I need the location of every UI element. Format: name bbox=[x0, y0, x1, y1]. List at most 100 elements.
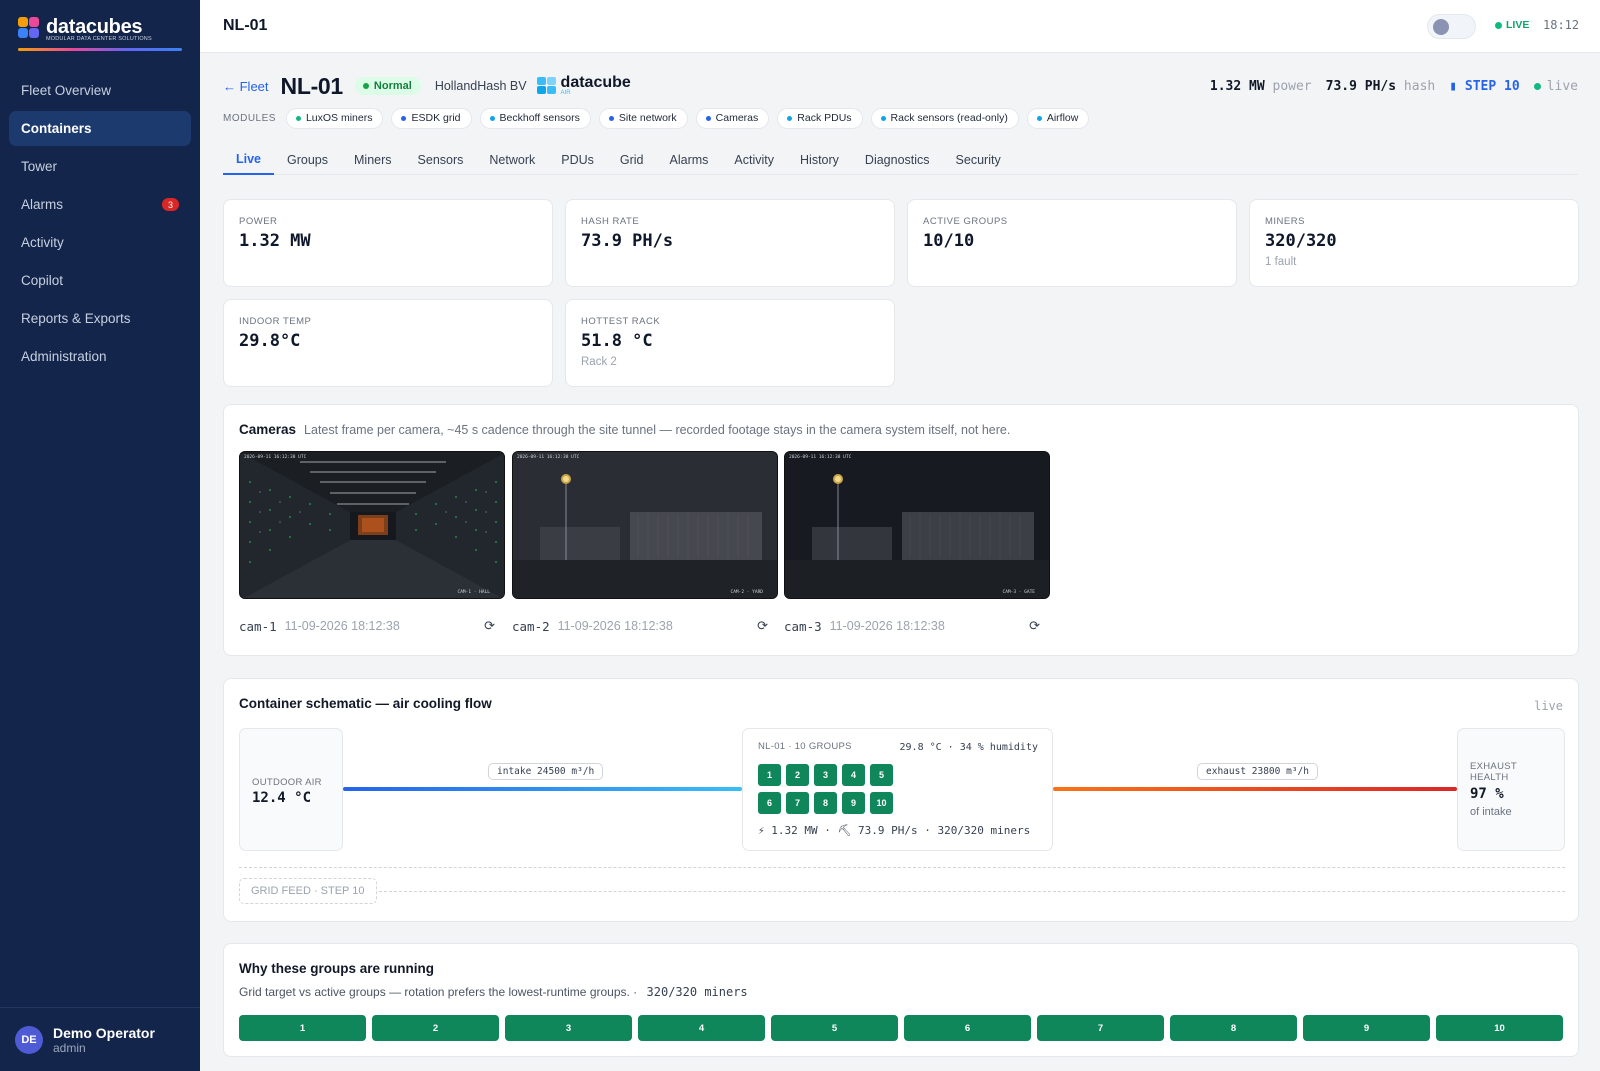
refresh-icon[interactable]: ⟳ bbox=[1029, 618, 1040, 634]
why-groups-panel: Why these groups are running Grid target… bbox=[223, 943, 1579, 1057]
stat-card-hottest-rack: HOTTEST RACK 51.8 °C Rack 2 bbox=[565, 299, 895, 387]
live-dot-icon bbox=[1495, 21, 1502, 29]
module-chip-luxos[interactable]: LuxOS miners bbox=[285, 107, 384, 129]
tab-alarms[interactable]: Alarms bbox=[657, 145, 722, 175]
camera-timestamp-overlay: 2026-09-11 16:12:38 UTC bbox=[517, 455, 580, 460]
module-chip-cameras[interactable]: Cameras bbox=[695, 107, 770, 129]
product-logo: datacube AIR bbox=[536, 75, 631, 96]
tab-diagnostics[interactable]: Diagnostics bbox=[852, 145, 943, 175]
group-bar-8[interactable]: 8 bbox=[1170, 1015, 1297, 1041]
group-cell-9[interactable]: 9 bbox=[842, 792, 865, 814]
module-dot-icon bbox=[489, 115, 495, 121]
refresh-icon[interactable]: ⟳ bbox=[757, 618, 768, 634]
status-label: Normal bbox=[373, 80, 412, 92]
intake-flow-line bbox=[343, 787, 742, 791]
tab-grid[interactable]: Grid bbox=[607, 145, 657, 175]
group-cell-7[interactable]: 7 bbox=[786, 792, 809, 814]
tab-miners[interactable]: Miners bbox=[341, 145, 405, 175]
sidebar-item-activity[interactable]: Activity bbox=[9, 225, 191, 260]
power-metric: 1.32 MW power bbox=[1210, 79, 1312, 94]
group-cell-6[interactable]: 6 bbox=[758, 792, 781, 814]
group-bar-7[interactable]: 7 bbox=[1037, 1015, 1164, 1041]
sidebar-item-tower[interactable]: Tower bbox=[9, 149, 191, 184]
module-chip-label: LuxOS miners bbox=[305, 112, 373, 124]
group-cell-4[interactable]: 4 bbox=[842, 764, 865, 786]
module-chip-rack-pdus[interactable]: Rack PDUs bbox=[777, 107, 863, 129]
sidebar-item-alarms[interactable]: Alarms 3 bbox=[9, 187, 191, 222]
power-metric-unit: power bbox=[1272, 78, 1312, 94]
container-summary: ⚡ 1.32 MW · ⛏ 73.9 PH/s · 320/320 miners bbox=[758, 824, 1031, 837]
sidebar-item-reports[interactable]: Reports & Exports bbox=[9, 301, 191, 336]
exhaust-health-value: 97 % bbox=[1470, 786, 1504, 802]
tab-network[interactable]: Network bbox=[476, 145, 548, 175]
tab-sensors[interactable]: Sensors bbox=[405, 145, 477, 175]
group-bar-2[interactable]: 2 bbox=[372, 1015, 499, 1041]
group-bar-1[interactable]: 1 bbox=[239, 1015, 366, 1041]
sidebar-item-fleet-overview[interactable]: Fleet Overview bbox=[9, 73, 191, 108]
exhaust-health-label: EXHAUST HEALTH bbox=[1470, 761, 1517, 783]
module-chip-rack-sensors[interactable]: Rack sensors (read-only) bbox=[870, 107, 1019, 129]
camera-frame-cam-2[interactable]: 2026-09-11 16:12:38 UTC CAM-2 · YARD bbox=[512, 451, 778, 599]
tab-pdus[interactable]: PDUs bbox=[548, 145, 607, 175]
cameras-panel: Cameras Latest frame per camera, ~45 s ca… bbox=[223, 404, 1579, 656]
group-bar-5[interactable]: 5 bbox=[771, 1015, 898, 1041]
modules-label: MODULES bbox=[223, 112, 276, 124]
theme-toggle[interactable] bbox=[1427, 14, 1476, 39]
sidebar-item-administration[interactable]: Administration bbox=[9, 339, 191, 374]
module-chip-label: Site network bbox=[618, 112, 677, 124]
brand-logo[interactable]: datacubes MODULAR DATA CENTER SOLUTIONS bbox=[18, 16, 182, 51]
group-bar-9[interactable]: 9 bbox=[1303, 1015, 1430, 1041]
group-cell-8[interactable]: 8 bbox=[814, 792, 837, 814]
sidebar-item-label: Copilot bbox=[21, 273, 64, 288]
tab-groups[interactable]: Groups bbox=[274, 145, 341, 175]
tab-security[interactable]: Security bbox=[943, 145, 1014, 175]
sidebar-item-containers[interactable]: Containers bbox=[9, 111, 191, 146]
group-cell-10[interactable]: 10 bbox=[870, 792, 893, 814]
refresh-icon[interactable]: ⟳ bbox=[484, 618, 495, 634]
module-dot-icon bbox=[880, 115, 886, 121]
group-bar-3[interactable]: 3 bbox=[505, 1015, 632, 1041]
group-bar-4[interactable]: 4 bbox=[638, 1015, 765, 1041]
stat-label: INDOOR TEMP bbox=[239, 316, 312, 327]
clock: 18:12 bbox=[1543, 18, 1580, 32]
module-chip-airflow[interactable]: Airflow bbox=[1026, 107, 1090, 129]
module-chip-label: Rack PDUs bbox=[797, 112, 852, 124]
group-cell-3[interactable]: 3 bbox=[814, 764, 837, 786]
back-to-fleet-link[interactable]: ← Fleet bbox=[223, 79, 269, 94]
tab-activity[interactable]: Activity bbox=[721, 145, 787, 175]
exhaust-label-line: EXHAUST bbox=[1470, 761, 1517, 772]
stat-card-miners: MINERS 320/320 1 fault bbox=[1249, 199, 1579, 287]
module-chip-label: Beckhoff sensors bbox=[499, 112, 580, 124]
module-chip-beckhoff[interactable]: Beckhoff sensors bbox=[479, 107, 591, 129]
group-cell-2[interactable]: 2 bbox=[786, 764, 809, 786]
module-chip-label: Cameras bbox=[715, 112, 759, 124]
camera-frame-cam-1[interactable]: 2026-09-11 16:12:38 UTC CAM-1 · HALL bbox=[239, 451, 505, 599]
camera-frame-cam-3[interactable]: 2026-09-11 16:12:38 UTC CAM-3 · GATE bbox=[784, 451, 1050, 599]
camera-id: cam-3 bbox=[784, 618, 822, 634]
grid-feed-tag: GRID FEED · STEP 10 bbox=[239, 878, 377, 904]
group-bar-10[interactable]: 10 bbox=[1436, 1015, 1563, 1041]
group-cell-5[interactable]: 5 bbox=[870, 764, 893, 786]
live-status-label: live bbox=[1546, 78, 1578, 94]
status-badge: Normal bbox=[354, 77, 421, 95]
group-bar-6[interactable]: 6 bbox=[904, 1015, 1031, 1041]
stat-label: ACTIVE GROUPS bbox=[923, 216, 1008, 227]
tab-live[interactable]: Live bbox=[223, 145, 275, 175]
exhaust-flow-tag: exhaust 23800 m³/h bbox=[1197, 763, 1318, 780]
group-cell-1[interactable]: 1 bbox=[758, 764, 781, 786]
exhaust-flow-line bbox=[1053, 787, 1457, 791]
sidebar-item-copilot[interactable]: Copilot bbox=[9, 263, 191, 298]
module-chip-esdk[interactable]: ESDK grid bbox=[391, 107, 472, 129]
module-dot-icon bbox=[787, 115, 793, 121]
stat-label: MINERS bbox=[1265, 216, 1305, 227]
alarm-count-badge: 3 bbox=[162, 198, 179, 211]
user-menu[interactable]: DE Demo Operator admin bbox=[0, 1007, 200, 1071]
stat-sub: Rack 2 bbox=[581, 356, 617, 368]
container-env-readout: 29.8 °C · 34 % humidity bbox=[899, 742, 1038, 753]
main-content: ← Fleet NL-01 Normal HollandHash BV data… bbox=[200, 53, 1600, 1071]
stat-label: POWER bbox=[239, 216, 278, 227]
why-groups-title: Why these groups are running bbox=[239, 961, 435, 976]
module-chip-site-network[interactable]: Site network bbox=[598, 107, 688, 129]
tab-history[interactable]: History bbox=[787, 145, 852, 175]
schematic-divider bbox=[239, 867, 1565, 868]
